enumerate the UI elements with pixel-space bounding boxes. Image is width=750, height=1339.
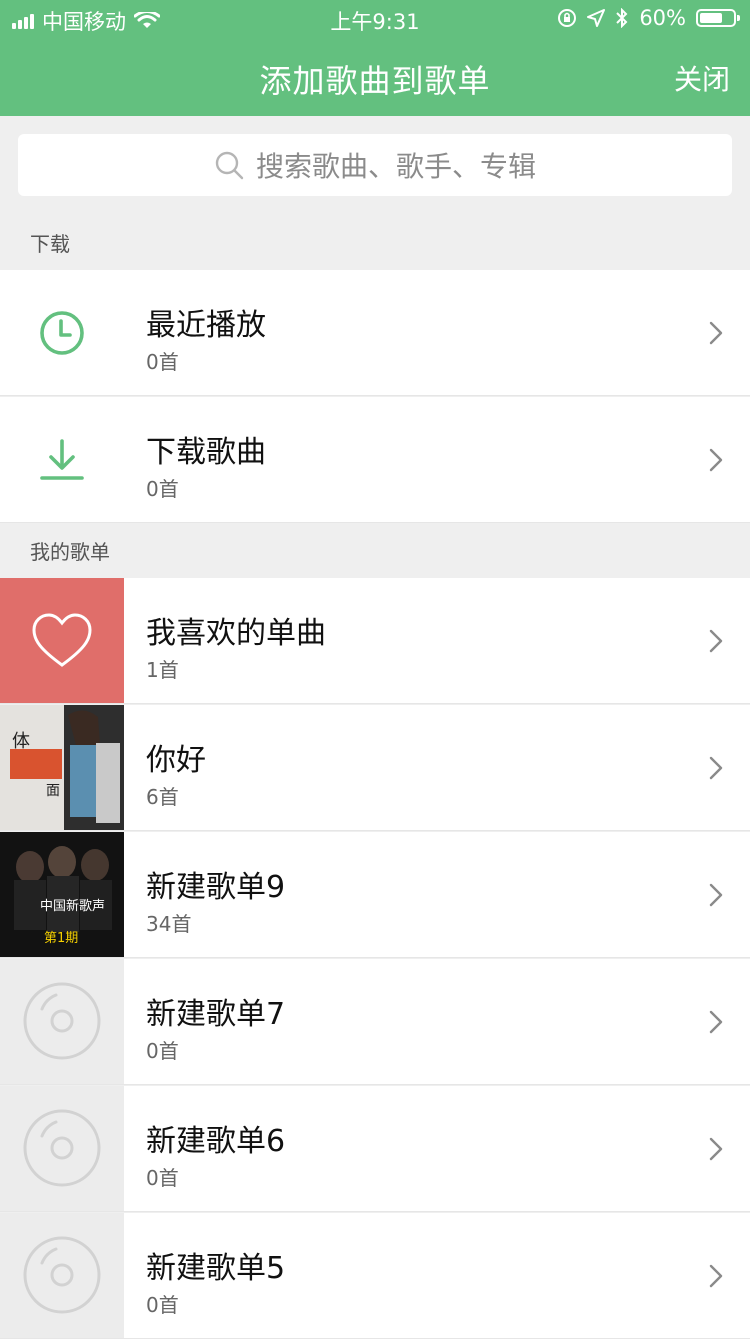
playlist-title: 新建歌单5 (146, 1251, 286, 1286)
playlist-count: 6首 (146, 785, 179, 809)
lock-rotation-icon (558, 9, 577, 27)
playlist-count: 0首 (146, 1039, 179, 1063)
chevron-right-icon (709, 1137, 723, 1161)
battery-percent: 60% (639, 6, 686, 30)
playlist-cover (0, 959, 124, 1084)
album-cover-image: 中国新歌声 第1期 (0, 832, 124, 957)
chevron-right-icon (709, 1010, 723, 1034)
playlist-title: 新建歌单7 (146, 997, 286, 1032)
search-icon (215, 151, 244, 180)
playlist-item-5[interactable]: 新建歌单5 0首 (0, 1213, 750, 1339)
album-cover-text: 面 (46, 783, 60, 799)
playlist-item-9[interactable]: 中国新歌声 第1期 新建歌单9 34首 (0, 832, 750, 958)
list-item-count: 0首 (146, 477, 179, 501)
list-item-downloads[interactable]: 下载歌曲 0首 (0, 397, 750, 523)
playlist-item-favorites[interactable]: 我喜欢的单曲 1首 (0, 578, 750, 704)
playlist-title: 新建歌单6 (146, 1124, 286, 1159)
playlist-cover (0, 578, 124, 703)
page-title: 添加歌曲到歌单 (259, 62, 491, 100)
album-cover-text: 中国新歌声 (40, 898, 105, 914)
bluetooth-icon (616, 8, 628, 28)
playlist-cover (0, 1086, 124, 1211)
chevron-right-icon (709, 321, 723, 345)
playlist-item-7[interactable]: 新建歌单7 0首 (0, 959, 750, 1085)
playlist-cover (0, 1213, 124, 1338)
album-cover-image: 体 面 (0, 705, 124, 830)
list-item-recent[interactable]: 最近播放 0首 (0, 270, 750, 396)
top-bar: 中国移动 上午9:31 60% 添加歌曲到歌单 关闭 (0, 0, 750, 116)
chevron-right-icon (709, 448, 723, 472)
close-button[interactable]: 关闭 (674, 58, 730, 98)
playlist-count: 0首 (146, 1293, 179, 1317)
status-bar: 中国移动 上午9:31 60% (0, 0, 750, 38)
list-item-count: 0首 (146, 350, 179, 374)
playlist-cover: 体 面 (0, 705, 124, 830)
playlist-title: 新建歌单9 (146, 870, 286, 905)
playlist-count: 34首 (146, 912, 192, 936)
playlist-count: 1首 (146, 658, 179, 682)
album-cover-text: 体 (12, 731, 30, 752)
playlist-item-6[interactable]: 新建歌单6 0首 (0, 1086, 750, 1212)
download-icon (40, 438, 84, 480)
album-cover-text: 第1期 (44, 931, 78, 946)
location-icon (587, 9, 606, 27)
heart-icon (32, 613, 92, 667)
playlist-count: 0首 (146, 1166, 179, 1190)
clock-icon (40, 310, 84, 355)
disc-icon (23, 1236, 101, 1314)
chevron-right-icon (709, 1264, 723, 1288)
list-item-title: 最近播放 (146, 308, 266, 343)
playlist-title: 你好 (146, 743, 206, 778)
disc-icon (23, 1109, 101, 1187)
playlist-cover: 中国新歌声 第1期 (0, 832, 124, 957)
list-item-title: 下载歌曲 (146, 435, 266, 470)
search-area: 搜索歌曲、歌手、专辑 (0, 116, 750, 226)
battery-icon (696, 9, 740, 27)
search-placeholder: 搜索歌曲、歌手、专辑 (255, 150, 536, 183)
section-header-download: 下载 (30, 231, 70, 256)
playlist-item-nihao[interactable]: 体 面 你好 6首 (0, 705, 750, 831)
chevron-right-icon (709, 883, 723, 907)
disc-icon (23, 982, 101, 1060)
search-input[interactable]: 搜索歌曲、歌手、专辑 (18, 134, 732, 196)
section-header-playlists: 我的歌单 (30, 539, 110, 564)
playlist-title: 我喜欢的单曲 (146, 616, 326, 651)
chevron-right-icon (709, 629, 723, 653)
chevron-right-icon (709, 756, 723, 780)
